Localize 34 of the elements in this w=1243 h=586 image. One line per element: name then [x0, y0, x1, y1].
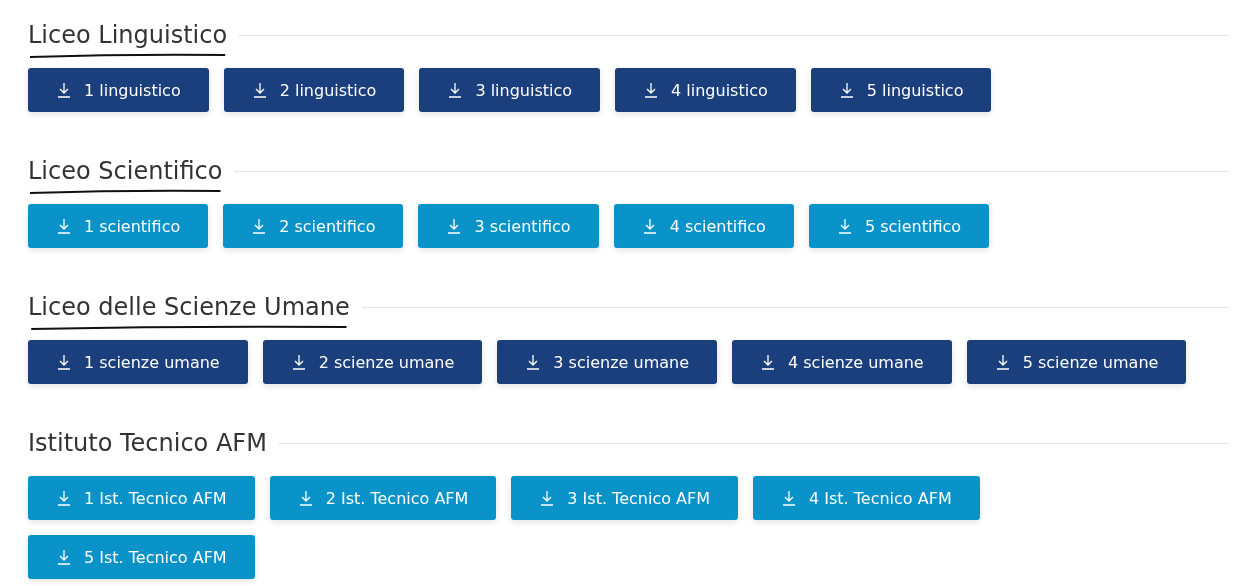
download-icon — [56, 354, 72, 370]
section-title: Liceo Linguistico — [28, 20, 228, 51]
download-icon — [836, 218, 853, 234]
download-icon — [641, 218, 658, 234]
download-icon — [643, 82, 660, 98]
download-icon — [446, 218, 463, 234]
download-icon — [539, 490, 556, 506]
download-button[interactable]: 2 scienze umane — [262, 340, 483, 384]
download-icon — [56, 549, 72, 565]
download-icon — [251, 82, 268, 98]
download-button[interactable]: 3 scienze umane — [497, 340, 717, 384]
download-icon — [994, 354, 1011, 370]
section-title: Liceo delle Scienze Umane — [28, 292, 350, 323]
download-icon — [297, 490, 314, 506]
download-icon — [447, 82, 464, 98]
download-button[interactable]: 1 linguistico — [28, 68, 209, 112]
download-button[interactable]: 4 scienze umane — [732, 340, 952, 384]
download-icon — [290, 354, 307, 370]
download-icon — [56, 490, 72, 506]
download-button[interactable]: 5 scienze umane — [966, 340, 1187, 384]
download-icon — [781, 490, 797, 506]
download-button[interactable]: 2 linguistico — [223, 68, 405, 112]
download-icon — [525, 354, 542, 370]
download-icon — [760, 354, 776, 370]
download-icon — [838, 82, 855, 98]
download-button[interactable]: 4 linguistico — [615, 68, 796, 112]
download-button[interactable]: 5 linguistico — [810, 68, 992, 112]
download-icon — [56, 218, 72, 234]
download-icon — [56, 82, 72, 98]
section-title: Istituto Tecnico AFM — [28, 428, 267, 459]
download-icon — [251, 218, 268, 234]
download-button[interactable]: 1 scienze umane — [28, 340, 248, 384]
download-button[interactable]: 3 linguistico — [419, 68, 601, 112]
section-title: Liceo Scientifico — [28, 156, 223, 187]
